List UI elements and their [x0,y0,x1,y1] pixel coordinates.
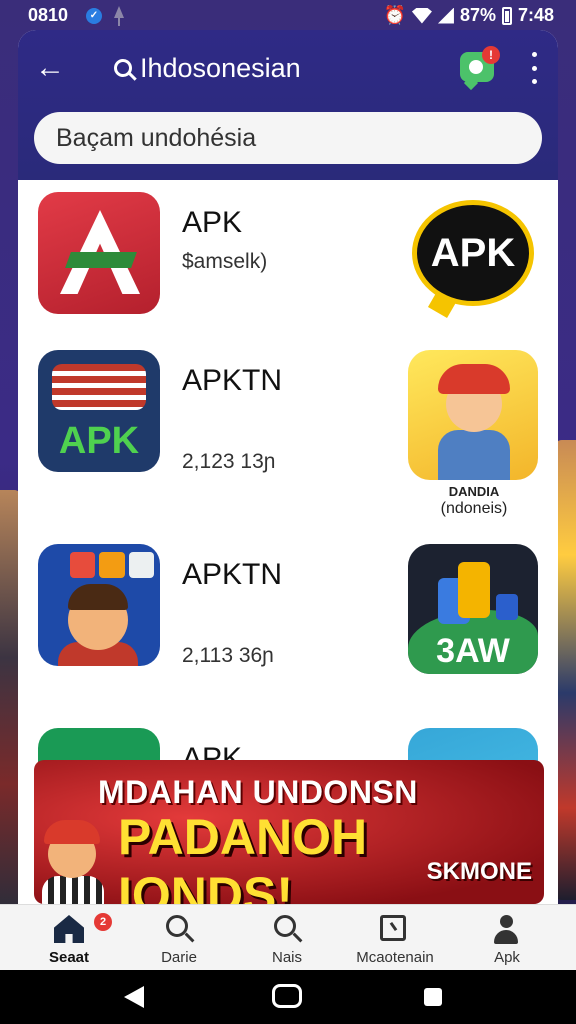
system-back-icon[interactable] [124,986,144,1008]
search-icon [164,915,194,945]
app-subtitle: 2,113 36ɲ [182,644,274,667]
more-options-icon[interactable] [524,52,544,84]
nav-label: Nais [271,949,302,966]
system-navigation-bar [0,970,576,1024]
ad-subtext: SKMONE [426,858,532,885]
app-icon-red-a[interactable] [38,192,160,314]
nav-item-home[interactable]: 2 Seaat [14,905,124,971]
app-icon-blue-apk[interactable]: APK [38,350,160,472]
promo-cards-icon[interactable]: 3AW [408,544,538,674]
header-search-title[interactable]: Ihdosonesian [114,50,301,86]
app-subtitle: 2,123 13ɲ [182,450,276,473]
ad-banner[interactable]: MDAHAN UNDONSN PADANOH IONDS! SKMONE [34,760,544,904]
system-home-icon[interactable] [272,984,302,1008]
nav-label: Apk [494,949,520,966]
status-time-left: 0810 [28,5,69,25]
nav-item-mcaotenain[interactable]: Mcaotenain [340,905,450,971]
home-icon [54,915,84,945]
nav-item-apk[interactable]: Apk [452,905,562,971]
list-item[interactable]: APKTN 2,113 36ɲ 3AW [18,544,558,694]
app-header: ← Ihdosonesian ! Baçam undohésia [18,30,558,180]
promo-caption-title: DANDIA [448,484,500,499]
signal-icon [437,7,454,24]
app-title: APKTN [182,558,283,591]
alarm-icon: ⏰ [383,5,406,25]
status-bar: 0810 ✓ ⏰ 87% 7:48 [0,0,576,32]
clock-icon [380,915,410,945]
person-icon [492,915,522,945]
nav-badge: 2 [94,913,112,931]
app-icon-cartoon-face[interactable] [38,544,160,666]
promo-label: APK [412,200,534,306]
status-time-right: 7:48 [517,5,554,25]
status-right-group: ⏰ 87% 7:48 [384,5,554,26]
promo-character-icon[interactable] [408,350,538,480]
notification-badge: ! [482,46,500,64]
bottom-navigation: 2 Seaat Darie Nais Mcaotenain Apk [0,904,576,971]
battery-icon [501,6,512,25]
promo-caption-sub: (ndoneis) [440,500,508,517]
wifi-icon [411,7,432,24]
system-recents-icon[interactable] [424,988,442,1006]
icon-label: APK [58,420,140,462]
search-input-value: Baçam undohésia [56,123,257,152]
nav-item-nais[interactable]: Nais [232,905,342,971]
header-title-text: Ihdosonesian [140,52,301,83]
promo-apk-bubble-icon[interactable]: APK [408,192,538,322]
app-subtitle: $amselk) [182,250,268,273]
search-icon [114,59,132,77]
list-item[interactable]: APK APKTN 2,123 13ɲ DANDIA (ndoneis) [18,350,558,517]
search-input[interactable]: Baçam undohésia [34,112,542,164]
search-icon [272,915,302,945]
ad-headline: MDAHAN UNDONSN [98,774,418,810]
nav-label: Darie [161,949,197,966]
battery-percent: 87% [459,5,496,25]
back-button[interactable]: ← [32,50,68,86]
promo-label: 3AW [436,632,510,670]
nav-item-darie[interactable]: Darie [124,905,234,971]
app-notification-icon: ✓ [86,8,102,24]
nav-label: Seaat [48,949,90,966]
list-item[interactable]: APK $amselk) APK [18,192,558,342]
app-title: APKTN [182,364,283,397]
app-title: APK [182,206,243,239]
data-transfer-icon [114,6,124,26]
nav-label: Mcaotenain [356,949,434,966]
ad-main-text: PADANOH IONDS! [118,809,368,904]
ad-mascot [38,816,108,904]
